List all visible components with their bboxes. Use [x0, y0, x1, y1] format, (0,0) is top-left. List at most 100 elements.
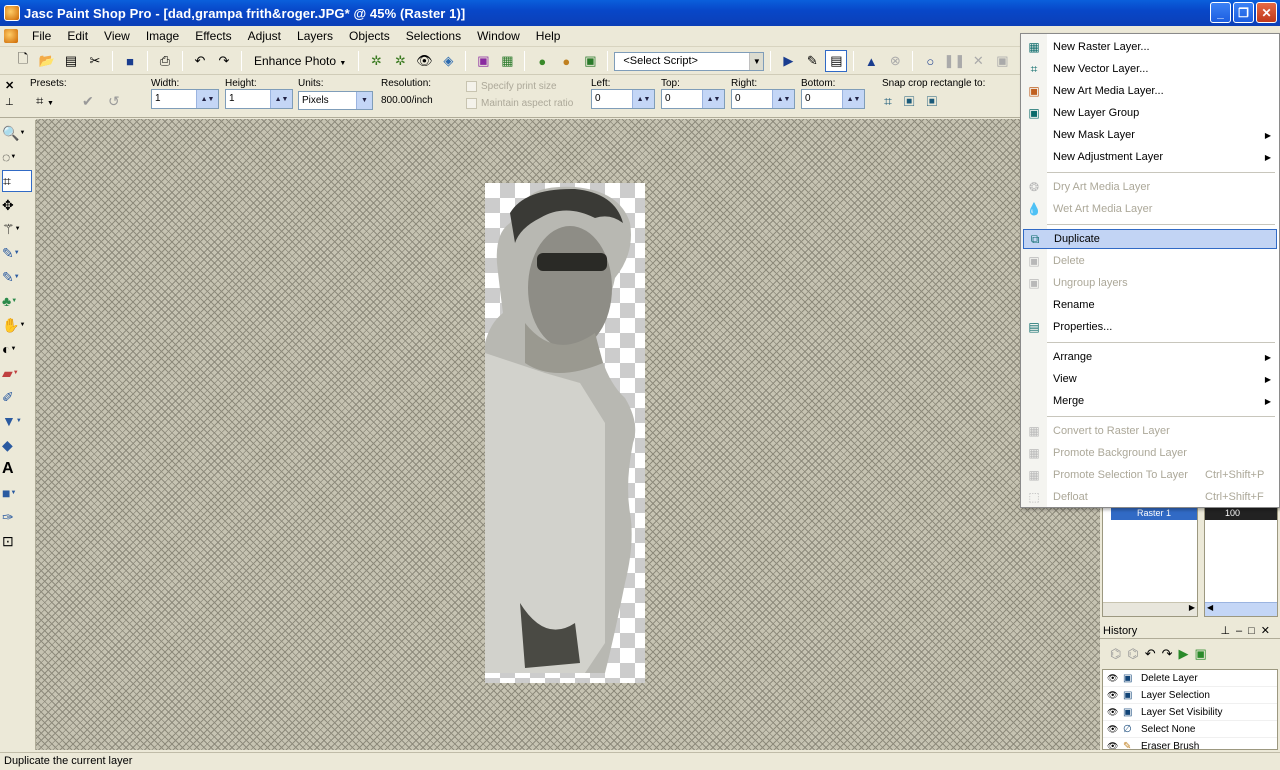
dropper-tool-icon[interactable]: ✎ ▼: [2, 242, 32, 264]
object-selector-icon[interactable]: ⊡: [2, 530, 32, 552]
smudge-tool-icon[interactable]: ✋ ▼: [2, 314, 32, 336]
menu-help[interactable]: Help: [528, 29, 569, 43]
menu-item-properties[interactable]: ▤ Properties...: [1023, 317, 1277, 337]
eye-icon[interactable]: 👁: [1107, 673, 1123, 684]
eye-icon[interactable]: 👁: [1107, 741, 1123, 750]
menu-item-new-mask-layer[interactable]: New Mask Layer ▶: [1023, 125, 1277, 145]
image-canvas[interactable]: [36, 119, 1100, 750]
menu-objects[interactable]: Objects: [341, 29, 398, 43]
snap-layer-opaque-icon[interactable]: ▣: [904, 93, 927, 109]
paint-brush-icon[interactable]: ✎ ▼: [2, 266, 32, 288]
document-icon[interactable]: [4, 29, 18, 43]
dodge-tool-icon[interactable]: ◐ ▼: [2, 338, 32, 360]
layers-h-scrollbar[interactable]: ◀: [1205, 602, 1277, 616]
open-folder-icon[interactable]: 📂: [36, 50, 58, 72]
spinner-arrows-icon[interactable]: ▲▼: [702, 90, 724, 108]
zoom-tool-icon[interactable]: 🔍 ▼: [2, 122, 32, 144]
chevron-down-icon[interactable]: ▼: [356, 92, 372, 109]
eraser-tool-icon[interactable]: ▰ ▼: [2, 362, 32, 384]
top-field[interactable]: 0 ▲▼: [661, 89, 725, 109]
left-field[interactable]: 0 ▲▼: [591, 89, 655, 109]
pin-icon[interactable]: ⊥: [5, 97, 14, 108]
history-save-script-icon[interactable]: ▶: [1179, 646, 1189, 662]
history-window-controls[interactable]: ⊥–□✕: [1220, 624, 1276, 637]
overview-window-icon[interactable]: ▣: [579, 50, 601, 72]
crop-preset-icon[interactable]: ⌗ ▼: [36, 93, 54, 109]
height-field[interactable]: 1 ▲▼: [225, 89, 293, 109]
menu-image[interactable]: Image: [138, 29, 187, 43]
lasso-tool-icon[interactable]: ◌ ▼: [2, 146, 32, 168]
chevron-down-icon[interactable]: ▼: [749, 52, 764, 70]
image-document[interactable]: [485, 183, 645, 683]
print-icon[interactable]: ⎙: [154, 50, 176, 72]
layer-opacity-row[interactable]: 100: [1205, 508, 1277, 520]
start-recording-icon[interactable]: ▲: [860, 50, 882, 72]
browse-icon[interactable]: ▤: [60, 50, 82, 72]
menu-item-new-vector-layer[interactable]: ⌗ New Vector Layer...: [1023, 59, 1277, 79]
spinner-arrows-icon[interactable]: ▲▼: [842, 90, 864, 108]
palette-icon[interactable]: ●: [531, 50, 553, 72]
save-icon[interactable]: ■: [119, 50, 141, 72]
makeover-icon[interactable]: ◈: [437, 50, 459, 72]
right-field[interactable]: 0 ▲▼: [731, 89, 795, 109]
layers-list[interactable]: Raster 1 ▶: [1102, 505, 1198, 617]
move-tool-icon[interactable]: ✥: [2, 194, 32, 216]
snap-crop-icons[interactable]: ⌗▣▣: [884, 93, 949, 110]
menu-file[interactable]: File: [24, 29, 59, 43]
maintain-aspect-checkbox[interactable]: Maintain aspect ratio: [466, 98, 573, 109]
units-select[interactable]: Pixels ▼: [298, 91, 373, 110]
picture-tube-icon[interactable]: ✐: [2, 386, 32, 408]
redo-selected-icon[interactable]: ⌬: [1127, 646, 1138, 662]
script-mode-icon[interactable]: ▤: [825, 50, 848, 72]
new-file-icon[interactable]: 🗋: [12, 50, 34, 72]
one-step-fix-icon[interactable]: ✲: [365, 50, 387, 72]
menu-item-arrange[interactable]: Arrange ▶: [1023, 347, 1277, 367]
menu-view[interactable]: View: [96, 29, 138, 43]
list-item[interactable]: 👁 ▣ Layer Set Visibility: [1103, 704, 1277, 721]
specify-print-size-checkbox[interactable]: Specify print size: [466, 81, 557, 92]
close-palette-icon[interactable]: ✕: [5, 79, 14, 92]
layer-row-raster-1[interactable]: Raster 1: [1111, 508, 1197, 520]
smart-fix-icon[interactable]: ✲: [389, 50, 411, 72]
spinner-arrows-icon[interactable]: ▲▼: [772, 90, 794, 108]
scan-icon[interactable]: ✂: [84, 50, 106, 72]
red-eye-icon[interactable]: 👁: [413, 50, 435, 72]
history-redo-icon[interactable]: ↷: [1162, 646, 1173, 662]
minimize-button[interactable]: _: [1210, 2, 1231, 23]
menu-item-new-raster-layer[interactable]: ▦ New Raster Layer...: [1023, 37, 1277, 57]
materials-icon[interactable]: ●: [555, 50, 577, 72]
eye-icon[interactable]: 👁: [1107, 690, 1123, 701]
flood-fill-icon[interactable]: ▼ ▼: [2, 410, 32, 432]
run-script-icon[interactable]: ▶: [777, 50, 799, 72]
edit-script-icon[interactable]: ✎: [801, 50, 823, 72]
menu-item-new-art-media-layer[interactable]: ▣ New Art Media Layer...: [1023, 81, 1277, 101]
undo-icon[interactable]: ↶: [189, 50, 211, 72]
eye-icon[interactable]: 👁: [1107, 724, 1123, 735]
menu-item-merge[interactable]: Merge ▶: [1023, 391, 1277, 411]
text-tool-icon[interactable]: A: [2, 458, 32, 480]
layers-properties-list[interactable]: 100 ◀: [1204, 505, 1278, 617]
list-item[interactable]: 👁 ✎ Eraser Brush: [1103, 738, 1277, 750]
history-list[interactable]: 👁 ▣ Delete Layer 👁 ▣ Layer Selection 👁 ▣ Layer…: [1102, 669, 1278, 750]
menu-layers[interactable]: Layers: [289, 29, 341, 43]
list-item[interactable]: 👁 ∅ Select None: [1103, 721, 1277, 738]
redo-icon[interactable]: ↷: [213, 50, 235, 72]
crop-tool-icon[interactable]: ⌗: [2, 170, 32, 192]
eye-icon[interactable]: 👁: [1107, 707, 1123, 718]
spinner-arrows-icon[interactable]: ▲▼: [196, 90, 218, 108]
menu-item-duplicate[interactable]: ⧉ Duplicate: [1023, 229, 1277, 249]
menu-item-new-adjustment-layer[interactable]: New Adjustment Layer ▶: [1023, 147, 1277, 167]
learning-center-icon[interactable]: ▣: [472, 50, 494, 72]
menu-edit[interactable]: Edit: [59, 29, 96, 43]
close-button[interactable]: ✕: [1256, 2, 1277, 23]
history-undo-icon[interactable]: ↶: [1145, 646, 1156, 662]
app-icon[interactable]: [4, 5, 20, 21]
overview-icon[interactable]: ▦: [496, 50, 518, 72]
magic-wand-icon[interactable]: ⚚ ▼: [2, 218, 32, 240]
snap-merged-opaque-icon[interactable]: ▣: [927, 93, 950, 109]
enhance-photo-button[interactable]: Enhance Photo ▼: [248, 54, 352, 68]
fill-tool-icon[interactable]: ◆: [2, 434, 32, 456]
spinner-arrows-icon[interactable]: ▲▼: [270, 90, 292, 108]
maximize-button[interactable]: ❐: [1233, 2, 1254, 23]
bottom-field[interactable]: 0 ▲▼: [801, 89, 865, 109]
